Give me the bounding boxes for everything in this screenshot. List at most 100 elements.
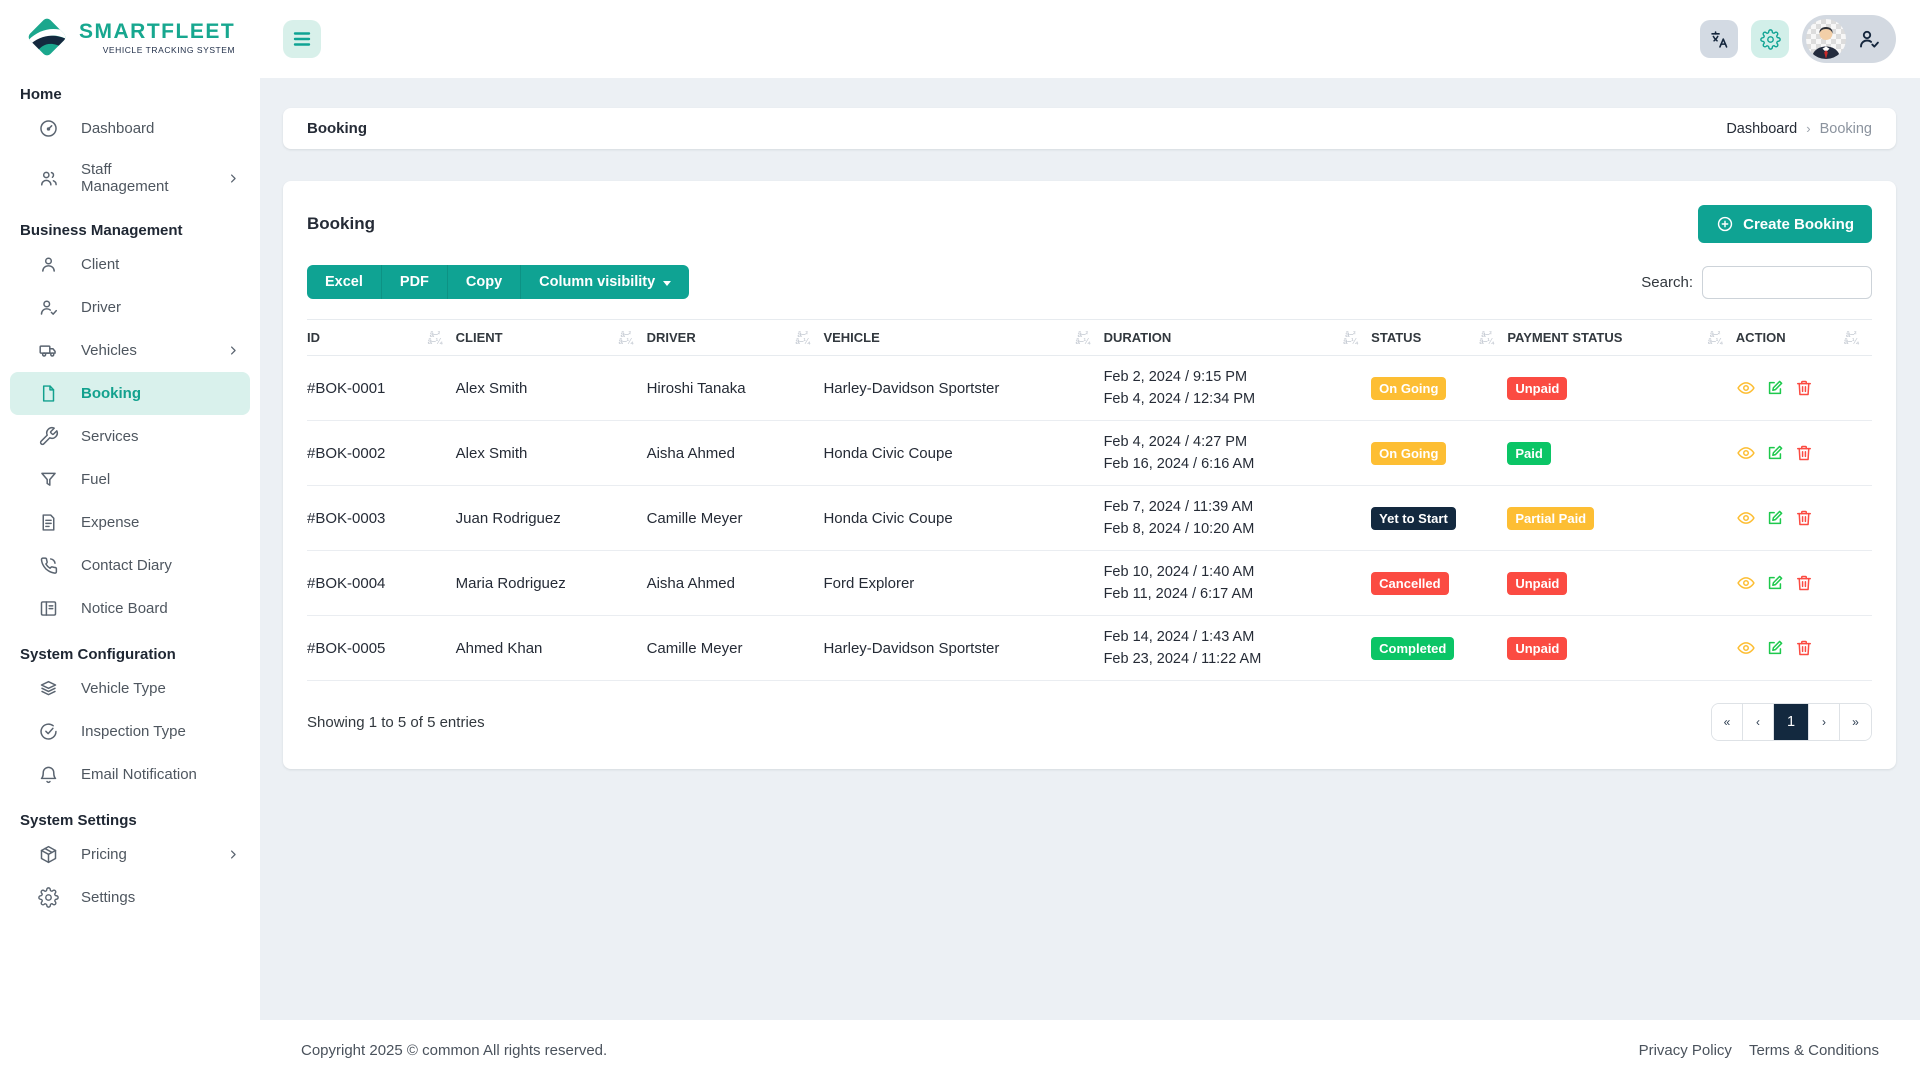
email-notification-icon	[38, 764, 59, 785]
header-status[interactable]: STATUSâ–²â–¼	[1371, 320, 1507, 356]
cell-driver: Camille Meyer	[647, 616, 824, 681]
column-visibility-button[interactable]: Column visibility	[521, 265, 689, 299]
settings-button[interactable]	[1751, 20, 1789, 58]
edit-icon[interactable]	[1765, 638, 1785, 658]
cell-vehicle: Honda Civic Coupe	[823, 421, 1103, 486]
sidebar-item-label: Client	[81, 256, 119, 273]
cell-driver: Camille Meyer	[647, 486, 824, 551]
sidebar-item-label: Vehicle Type	[81, 680, 166, 697]
sidebar-item-vehicles[interactable]: Vehicles	[0, 329, 260, 372]
header-id[interactable]: IDâ–²â–¼	[307, 320, 456, 356]
sidebar-section-system-configuration: System Configuration	[0, 630, 260, 667]
delete-icon[interactable]	[1794, 443, 1814, 463]
chevron-right-icon	[223, 343, 244, 358]
sidebar-item-services[interactable]: Services	[0, 415, 260, 458]
header-client[interactable]: CLIENTâ–²â–¼	[456, 320, 647, 356]
edit-icon[interactable]	[1765, 508, 1785, 528]
excel-export-button[interactable]: Excel	[307, 265, 382, 299]
pagination-last[interactable]: »	[1840, 704, 1871, 740]
privacy-policy-link[interactable]: Privacy Policy	[1639, 1042, 1732, 1059]
cell-client: Ahmed Khan	[456, 616, 647, 681]
table-row: #BOK-0003 Juan Rodriguez Camille Meyer H…	[307, 486, 1872, 551]
view-icon[interactable]	[1736, 443, 1756, 463]
header-duration[interactable]: DURATIONâ–²â–¼	[1104, 320, 1372, 356]
sidebar-item-expense[interactable]: Expense	[0, 501, 260, 544]
header-vehicle[interactable]: VEHICLEâ–²â–¼	[823, 320, 1103, 356]
sidebar-item-label: Driver	[81, 299, 121, 316]
header-action[interactable]: ACTIONâ–²â–¼	[1736, 320, 1872, 356]
header-driver[interactable]: DRIVERâ–²â–¼	[647, 320, 824, 356]
booking-icon	[38, 383, 59, 404]
view-icon[interactable]	[1736, 508, 1756, 528]
breadcrumb-dashboard-link[interactable]: Dashboard	[1726, 121, 1797, 137]
payment-status-badge: Unpaid	[1507, 637, 1567, 660]
cell-duration: Feb 14, 2024 / 1:43 AMFeb 23, 2024 / 11:…	[1104, 616, 1372, 681]
translate-icon	[1709, 29, 1730, 50]
delete-icon[interactable]	[1794, 508, 1814, 528]
sidebar-item-pricing[interactable]: Pricing	[0, 833, 260, 876]
sidebar-item-label: Staff Management	[81, 161, 201, 195]
delete-icon[interactable]	[1794, 573, 1814, 593]
pagination-next[interactable]: ›	[1809, 704, 1840, 740]
brand-tagline: VEHICLE TRACKING SYSTEM	[103, 45, 235, 55]
chevron-right-icon	[223, 847, 244, 862]
language-button[interactable]	[1700, 20, 1738, 58]
create-booking-button[interactable]: Create Booking	[1698, 205, 1872, 243]
sidebar-item-inspection-type[interactable]: Inspection Type	[0, 710, 260, 753]
header-payment-status[interactable]: PAYMENT STATUSâ–²â–¼	[1507, 320, 1735, 356]
terms-conditions-link[interactable]: Terms & Conditions	[1749, 1042, 1879, 1059]
cell-duration: Feb 2, 2024 / 9:15 PMFeb 4, 2024 / 12:34…	[1104, 356, 1372, 421]
sidebar-item-label: Notice Board	[81, 600, 168, 617]
sidebar-item-booking[interactable]: Booking	[10, 372, 250, 415]
sidebar-toggle-button[interactable]	[283, 20, 321, 58]
sidebar-item-contact-diary[interactable]: Contact Diary	[0, 544, 260, 587]
sidebar-item-label: Contact Diary	[81, 557, 172, 574]
sidebar-item-vehicle-type[interactable]: Vehicle Type	[0, 667, 260, 710]
page-title: Booking	[307, 120, 367, 137]
delete-icon[interactable]	[1794, 378, 1814, 398]
table-row: #BOK-0002 Alex Smith Aisha Ahmed Honda C…	[307, 421, 1872, 486]
sidebar-section-home: Home	[0, 70, 260, 107]
sidebar-item-dashboard[interactable]: Dashboard	[0, 107, 260, 150]
gear-icon	[1760, 29, 1781, 50]
profile-menu[interactable]	[1802, 15, 1896, 63]
sidebar-item-fuel[interactable]: Fuel	[0, 458, 260, 501]
view-icon[interactable]	[1736, 378, 1756, 398]
edit-icon[interactable]	[1765, 573, 1785, 593]
view-icon[interactable]	[1736, 638, 1756, 658]
status-badge: Completed	[1371, 637, 1454, 660]
plus-circle-icon	[1716, 215, 1734, 233]
view-icon[interactable]	[1736, 573, 1756, 593]
cell-duration: Feb 10, 2024 / 1:40 AMFeb 11, 2024 / 6:1…	[1104, 551, 1372, 616]
copy-export-button[interactable]: Copy	[448, 265, 521, 299]
sidebar-item-staff-management[interactable]: Staff Management	[0, 150, 260, 206]
sidebar-item-notice-board[interactable]: Notice Board	[0, 587, 260, 630]
expense-icon	[38, 512, 59, 533]
smartfleet-logo-icon	[24, 14, 70, 60]
pagination-prev[interactable]: ‹	[1743, 704, 1774, 740]
sidebar-item-label: Dashboard	[81, 120, 154, 137]
sidebar-item-label: Fuel	[81, 471, 110, 488]
edit-icon[interactable]	[1765, 443, 1785, 463]
brand-logo[interactable]: SMARTFLEET VEHICLE TRACKING SYSTEM	[0, 8, 260, 70]
cell-client: Alex Smith	[456, 356, 647, 421]
pdf-export-button[interactable]: PDF	[382, 265, 448, 299]
sidebar-item-settings[interactable]: Settings	[0, 876, 260, 919]
search-input[interactable]	[1702, 266, 1872, 299]
inspection-type-icon	[38, 721, 59, 742]
sort-icon: â–²â–¼	[1343, 331, 1365, 345]
account-check-icon	[1857, 27, 1881, 51]
sidebar-item-label: Inspection Type	[81, 723, 186, 740]
delete-icon[interactable]	[1794, 638, 1814, 658]
pagination-page-1[interactable]: 1	[1774, 704, 1809, 740]
sidebar-item-email-notification[interactable]: Email Notification	[0, 753, 260, 796]
cell-driver: Hiroshi Tanaka	[647, 356, 824, 421]
cell-id: #BOK-0001	[307, 356, 456, 421]
pagination-first[interactable]: «	[1712, 704, 1743, 740]
edit-icon[interactable]	[1765, 378, 1785, 398]
sidebar-item-client[interactable]: Client	[0, 243, 260, 286]
sidebar-item-driver[interactable]: Driver	[0, 286, 260, 329]
cell-duration: Feb 4, 2024 / 4:27 PMFeb 16, 2024 / 6:16…	[1104, 421, 1372, 486]
brand-name: SMARTFLEET	[79, 20, 235, 44]
sidebar-section-business-management: Business Management	[0, 206, 260, 243]
